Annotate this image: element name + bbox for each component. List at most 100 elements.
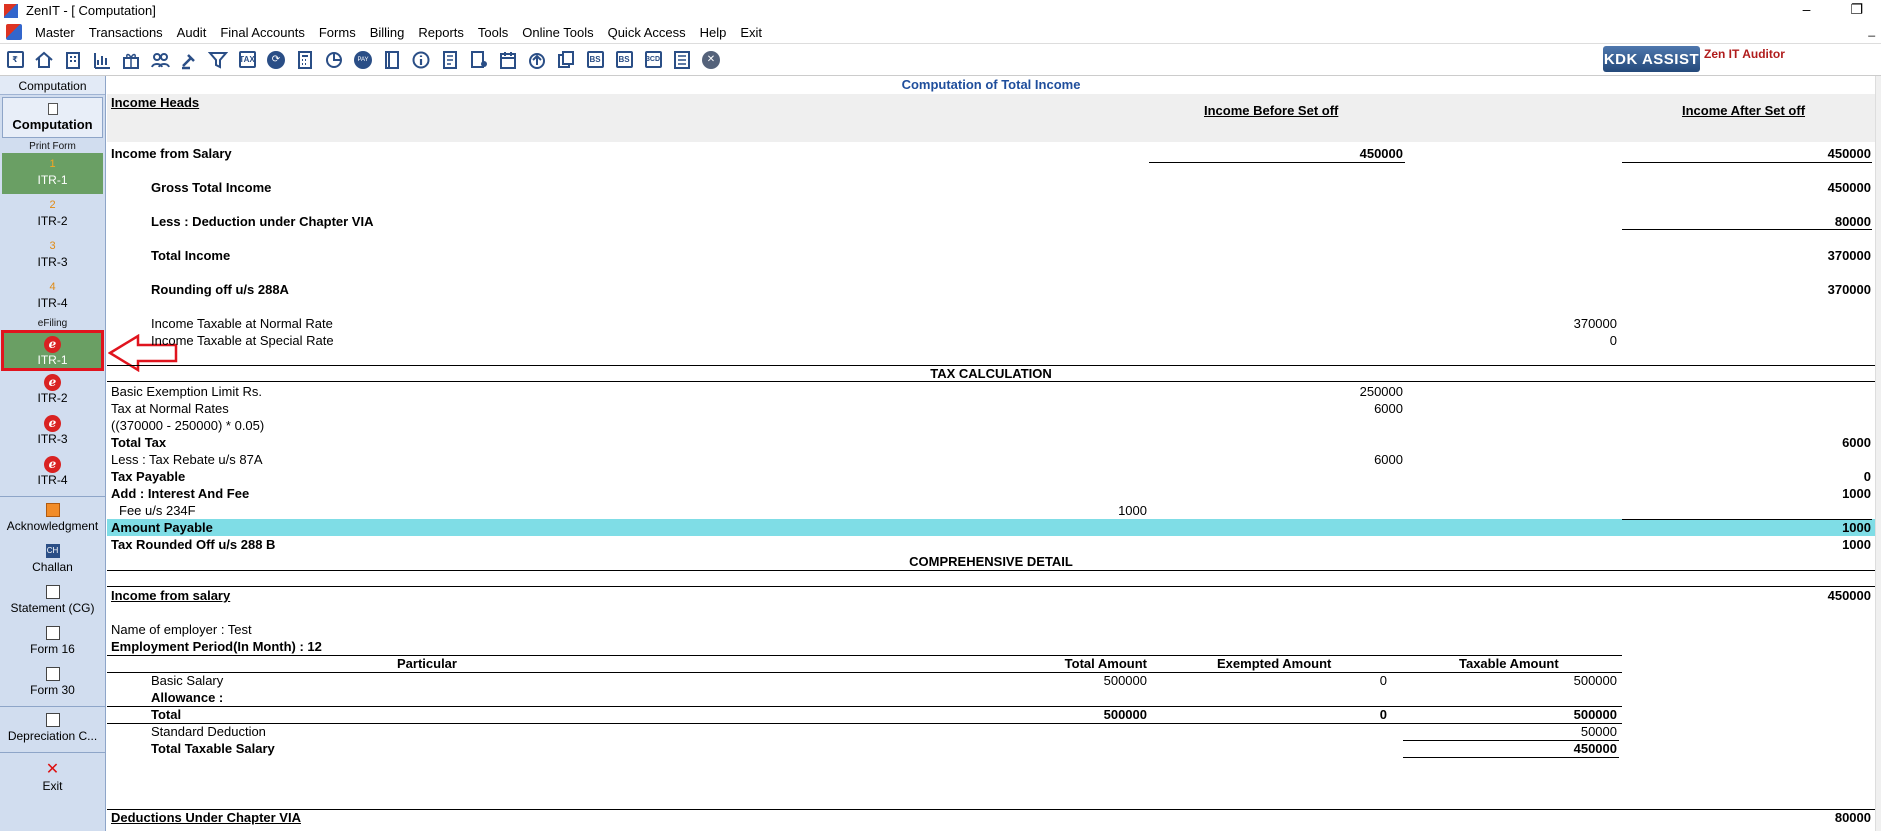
3cd-icon[interactable]: 3CD — [642, 49, 664, 71]
pie-chart-icon[interactable] — [323, 49, 345, 71]
app-logo-icon — [4, 3, 18, 18]
calendar-icon[interactable] — [497, 49, 519, 71]
bs-icon[interactable]: BS — [584, 49, 606, 71]
exemption-label: Basic Exemption Limit Rs. — [111, 384, 262, 399]
filter-icon[interactable] — [207, 49, 229, 71]
standard-deduction-label: Standard Deduction — [151, 724, 266, 739]
form-16-button[interactable]: Form 16 — [0, 622, 105, 663]
mdi-minimize-icon[interactable]: _ — [1868, 23, 1875, 37]
tax-rounded-value: 1000 — [1842, 537, 1871, 552]
home-icon[interactable] — [33, 49, 55, 71]
menu-exit[interactable]: Exit — [733, 25, 769, 40]
total-income-label: Total Income — [151, 248, 231, 263]
total-tax-value: 6000 — [1842, 435, 1871, 450]
chapter-via-value: 80000 — [1834, 810, 1871, 825]
pay-icon[interactable]: PAY — [352, 49, 374, 71]
register-icon[interactable] — [671, 49, 693, 71]
menu-online-tools[interactable]: Online Tools — [515, 25, 600, 40]
efiling-itr-1-button[interactable]: e ITR-1 — [1, 330, 104, 371]
close-icon[interactable]: ✕ — [700, 49, 722, 71]
divider — [0, 496, 105, 497]
users-icon[interactable] — [149, 49, 171, 71]
statement-cg-button[interactable]: Statement (CG) — [0, 581, 105, 622]
rounding-value: 370000 — [1827, 282, 1871, 297]
exit-button[interactable]: ✕ Exit — [0, 755, 105, 796]
form-30-button[interactable]: Form 30 — [0, 663, 105, 704]
rupee-icon[interactable]: ₹ — [4, 49, 26, 71]
menu-help[interactable]: Help — [693, 25, 734, 40]
print-itr-1-number: 1 — [49, 158, 56, 170]
efiling-itr-3-label: ITR-3 — [37, 432, 68, 446]
employer-name: Name of employer : Test — [111, 622, 252, 637]
salary-total-exempt: 0 — [1379, 707, 1387, 722]
menu-audit[interactable]: Audit — [170, 25, 214, 40]
divider — [0, 706, 105, 707]
menu-forms[interactable]: Forms — [312, 25, 363, 40]
tax-rounded-label: Tax Rounded Off u/s 288 B — [111, 537, 276, 552]
efiling-itr-4-button[interactable]: e ITR-4 — [0, 453, 105, 494]
salary-after-value: 450000 — [1827, 146, 1871, 161]
kdk-assist-button[interactable]: KDK ASSIST — [1603, 46, 1700, 72]
toolbar: ₹ TAX ⟳ PAY BS BS 3CD ✕ — [0, 43, 1881, 76]
user-form-icon[interactable] — [468, 49, 490, 71]
efiling-itr-2-label: ITR-2 — [37, 391, 68, 405]
tax-payable-value: 0 — [1863, 469, 1871, 484]
menu-master[interactable]: Master — [28, 25, 82, 40]
bs-sch-icon[interactable]: BS — [613, 49, 635, 71]
building-icon[interactable] — [62, 49, 84, 71]
zen-it-auditor-link[interactable]: Zen IT Auditor — [1704, 47, 1785, 61]
exit-label: Exit — [42, 779, 63, 793]
print-itr-1-label: ITR-1 — [37, 173, 68, 187]
calculator-icon[interactable] — [294, 49, 316, 71]
efiling-itr-3-button[interactable]: e ITR-3 — [0, 412, 105, 453]
print-itr-3-number: 3 — [49, 240, 56, 252]
print-itr-3-button[interactable]: 3 ITR-3 — [0, 235, 105, 276]
vertical-scrollbar[interactable] — [1875, 76, 1881, 831]
efiling-e-icon: e — [44, 415, 61, 432]
restore-icon[interactable]: ❐ — [1850, 1, 1863, 18]
efiling-itr-2-button[interactable]: e ITR-2 — [0, 371, 105, 412]
amount-payable-label: Amount Payable — [111, 520, 213, 535]
menu-tools[interactable]: Tools — [471, 25, 515, 40]
refresh-icon[interactable]: ⟳ — [265, 49, 287, 71]
gavel-icon[interactable] — [178, 49, 200, 71]
book-icon[interactable] — [381, 49, 403, 71]
acknowledgment-button[interactable]: Acknowledgment — [0, 499, 105, 540]
tax-icon[interactable]: TAX — [236, 49, 258, 71]
col-exempted-amount: Exempted Amount — [1217, 656, 1332, 671]
menu-billing[interactable]: Billing — [363, 25, 412, 40]
minimize-icon[interactable]: – — [1803, 1, 1811, 18]
salary-before-value: 450000 — [1359, 146, 1403, 161]
info-icon[interactable] — [410, 49, 432, 71]
computation-button[interactable]: Computation — [2, 97, 103, 138]
fee-234f-label: Fee u/s 234F — [119, 503, 196, 518]
comprehensive-detail-heading: COMPREHENSIVE DETAIL — [107, 554, 1875, 571]
chapter-via-heading: Deductions Under Chapter VIA — [111, 810, 301, 825]
computation-label: Computation — [12, 117, 93, 132]
efiling-e-icon: e — [44, 336, 61, 353]
menu-final-accounts[interactable]: Final Accounts — [213, 25, 312, 40]
normal-tax-label: Tax at Normal Rates — [111, 401, 229, 416]
salary-detail-total: 450000 — [1827, 588, 1871, 603]
efiling-itr-1-label: ITR-1 — [37, 353, 68, 367]
gift-icon[interactable] — [120, 49, 142, 71]
exemption-value: 250000 — [1359, 384, 1403, 399]
menu-quick-access[interactable]: Quick Access — [601, 25, 693, 40]
depreciation-label: Depreciation C... — [7, 729, 98, 743]
upload-icon[interactable] — [526, 49, 548, 71]
menu-transactions[interactable]: Transactions — [82, 25, 170, 40]
print-itr-1-button[interactable]: 1 ITR-1 — [2, 153, 103, 194]
print-itr-4-button[interactable]: 4 ITR-4 — [0, 276, 105, 317]
challan-button[interactable]: CH Challan — [0, 540, 105, 581]
bar-chart-icon[interactable] — [91, 49, 113, 71]
form-30-icon — [45, 667, 60, 681]
copy-icon[interactable] — [555, 49, 577, 71]
depreciation-button[interactable]: Depreciation C... — [0, 709, 105, 750]
print-itr-2-number: 2 — [49, 199, 56, 211]
left-panel: Computation Computation Print Form 1 ITR… — [0, 76, 106, 831]
menu-reports[interactable]: Reports — [411, 25, 471, 40]
menu-app-icon[interactable] — [6, 24, 22, 40]
print-itr-2-button[interactable]: 2 ITR-2 — [0, 194, 105, 235]
form-icon[interactable] — [439, 49, 461, 71]
rebate-label: Less : Tax Rebate u/s 87A — [111, 452, 263, 467]
